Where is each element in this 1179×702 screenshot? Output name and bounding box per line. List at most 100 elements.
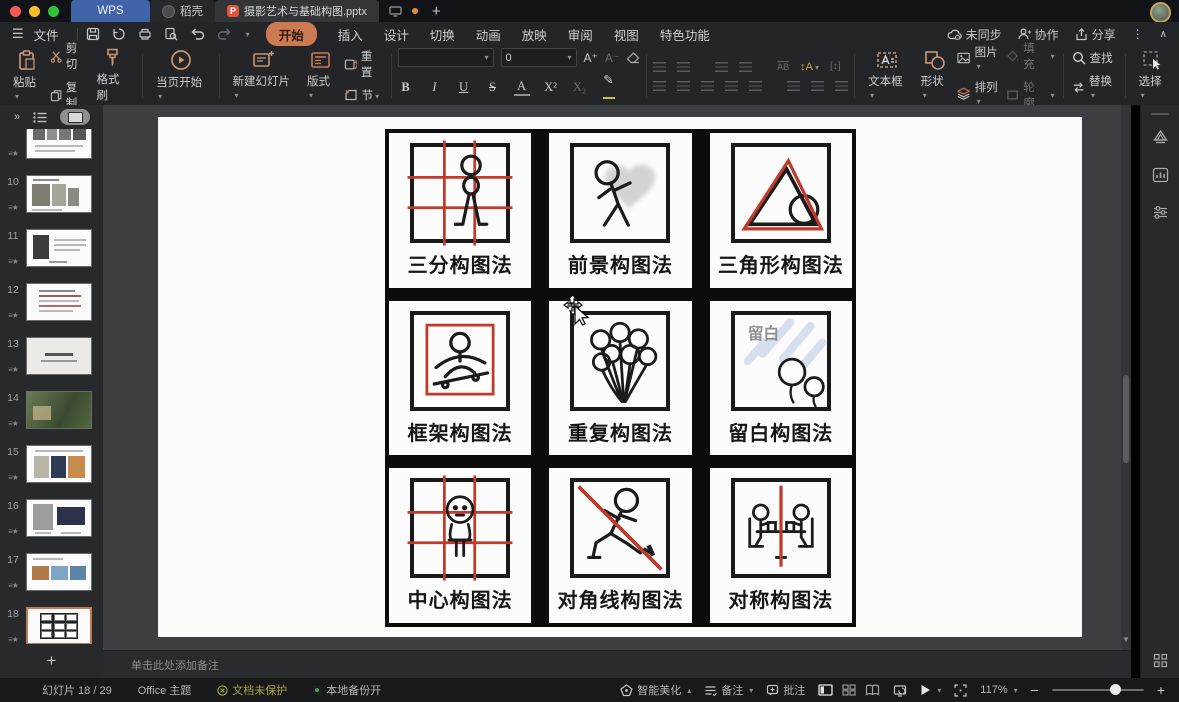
fit-to-window-icon[interactable] (954, 684, 967, 697)
app-grid-icon[interactable] (1153, 653, 1168, 668)
font-size-combobox[interactable]: 0▾ (501, 48, 577, 67)
justify-icon[interactable] (725, 81, 738, 91)
new-slide-button[interactable]: 新建幻灯片▾ (226, 48, 300, 103)
close-window-button[interactable] (10, 6, 21, 17)
format-painter-button[interactable]: 格式刷 (89, 46, 136, 105)
slide-thumbnail[interactable] (26, 175, 92, 213)
expand-panel-icon[interactable]: » (14, 111, 20, 123)
user-avatar[interactable] (1150, 2, 1171, 23)
slide-thumbnail[interactable] (26, 337, 92, 375)
theme-label[interactable]: Office 主题 (138, 682, 192, 698)
redo-icon[interactable] (217, 28, 232, 41)
zoom-out-button[interactable]: − (1031, 682, 1039, 698)
increase-indent-icon[interactable] (739, 62, 752, 72)
textbox-button[interactable]: 文本框▾ (861, 49, 914, 103)
menu-tab-view[interactable]: 视图 (614, 25, 639, 44)
distribute-icon[interactable] (749, 81, 762, 91)
slide-thumbnail[interactable] (26, 391, 92, 429)
properties-panel-icon[interactable] (1152, 205, 1169, 220)
slide-thumbnail-10[interactable]: 10≡★ (0, 175, 103, 213)
slide-thumbnail[interactable] (26, 129, 92, 159)
slide-sorter-view-button[interactable] (842, 684, 856, 696)
menu-tab-animation[interactable]: 动画 (476, 25, 501, 44)
monitor-icon[interactable] (389, 6, 402, 17)
slide-thumbnail-12[interactable]: 12≡★ (0, 283, 103, 321)
slide-thumbnail-partial[interactable]: ≡★ (0, 129, 103, 159)
superscript-button[interactable]: X² (543, 80, 559, 95)
slide-18-canvas[interactable]: 三分构图法 前景构图法 (158, 117, 1082, 637)
slide-thumbnail[interactable] (26, 229, 92, 267)
hamburger-menu-icon[interactable]: ☰ (12, 26, 24, 42)
zoom-level-display[interactable]: 117% ▾ (980, 684, 1017, 696)
comments-button[interactable]: 批注 (766, 682, 805, 698)
quick-toolbar-dropdown-icon[interactable]: ▾ (246, 30, 250, 39)
text-align-box-icon[interactable]: [↕] (830, 61, 841, 72)
cut-button[interactable]: 剪切 (50, 40, 88, 72)
beautify-panel-icon[interactable] (1152, 129, 1169, 145)
play-from-current-button[interactable]: 当页开始▾ (149, 47, 212, 104)
play-slideshow-button[interactable] (920, 684, 931, 696)
fill-button[interactable]: 填充▾ (1006, 40, 1055, 72)
menu-tab-review[interactable]: 审阅 (568, 25, 593, 44)
slide-thumbnail-13[interactable]: 13≡★ (0, 337, 103, 375)
notes-placeholder[interactable]: 单击此处添加备注 (131, 657, 219, 673)
output-icon[interactable] (112, 27, 126, 41)
paste-button[interactable]: 粘贴▾ (6, 48, 48, 104)
normal-view-button[interactable] (818, 684, 833, 696)
slide-thumbnail[interactable] (26, 553, 92, 591)
sync-status-button[interactable]: 未同步 (947, 26, 1002, 43)
arrange-button[interactable]: 排列▾ (957, 79, 1002, 107)
undo-icon[interactable] (190, 28, 205, 41)
thumbnail-view-toggle[interactable] (60, 109, 90, 125)
menu-tab-slideshow[interactable]: 放映 (522, 25, 547, 44)
local-backup-status[interactable]: 本地备份开 (313, 682, 381, 698)
new-tab-button[interactable]: + (432, 3, 441, 20)
decrease-indent-icon[interactable] (715, 62, 728, 72)
fullscreen-window-button[interactable] (48, 6, 59, 17)
column-spacing-icon[interactable] (787, 81, 800, 91)
menu-tab-special-features[interactable]: 特色功能 (660, 25, 710, 44)
more-options-icon[interactable]: ⋮ (1132, 27, 1144, 41)
slide-thumbnail-11[interactable]: 11≡★ (0, 229, 103, 267)
tab-docer[interactable]: 稻壳 (150, 0, 215, 22)
menu-tab-insert[interactable]: 插入 (338, 25, 363, 44)
smart-beautify-button[interactable]: 智能美化 ▴ (620, 682, 691, 698)
reading-view-button[interactable] (865, 684, 880, 696)
canvas-scrollbar[interactable]: ▼ (1121, 105, 1131, 650)
find-button[interactable]: 查找 (1072, 50, 1117, 66)
outline-view-icon[interactable] (33, 112, 47, 123)
slide-thumbnail-15[interactable]: 15≡★ (0, 445, 103, 483)
menu-tab-design[interactable]: 设计 (384, 25, 409, 44)
shapes-button[interactable]: 形状▾ (914, 48, 956, 103)
layout-button[interactable]: 版式▾ (300, 48, 342, 103)
decrease-font-size-button[interactable]: A⁻ (605, 51, 619, 65)
text-direction-icon[interactable]: AB (777, 61, 789, 72)
row-spacing-icon[interactable] (811, 81, 824, 91)
section-button[interactable]: 节▾ (344, 87, 383, 103)
minimize-window-button[interactable] (29, 6, 40, 17)
highlight-color-button[interactable]: ✎ (601, 72, 617, 103)
scrollbar-thumb[interactable] (1123, 375, 1129, 463)
print-icon[interactable] (138, 27, 152, 41)
replace-button[interactable]: 替换▾ (1072, 73, 1117, 101)
chart-panel-icon[interactable] (1152, 167, 1169, 183)
share-button[interactable]: 分享 (1075, 26, 1116, 43)
collapse-ribbon-icon[interactable]: ∧ (1160, 29, 1167, 40)
slide-thumbnail[interactable] (26, 445, 92, 483)
zoom-slider-knob[interactable] (1110, 684, 1121, 695)
bold-button[interactable]: B (398, 80, 414, 95)
slide-thumbnail-18-selected[interactable]: 18≡★ (0, 607, 103, 644)
zoom-in-button[interactable]: + (1157, 682, 1165, 698)
bullet-list-icon[interactable] (653, 62, 666, 72)
zoom-slider[interactable] (1052, 689, 1144, 692)
font-family-combobox[interactable]: ▾ (398, 48, 494, 67)
slide-thumbnail-14[interactable]: 14≡★ (0, 391, 103, 429)
align-right-icon[interactable] (701, 81, 714, 91)
character-border-button[interactable]: A (514, 79, 530, 96)
menu-tab-transition[interactable]: 切换 (430, 25, 455, 44)
increase-font-size-button[interactable]: A⁺ (584, 51, 598, 65)
tab-wps-home[interactable]: WPS (71, 0, 150, 22)
slide-thumbnail[interactable] (26, 283, 92, 321)
align-left-icon[interactable] (653, 81, 666, 91)
select-button[interactable]: 选择▾ (1132, 48, 1173, 103)
